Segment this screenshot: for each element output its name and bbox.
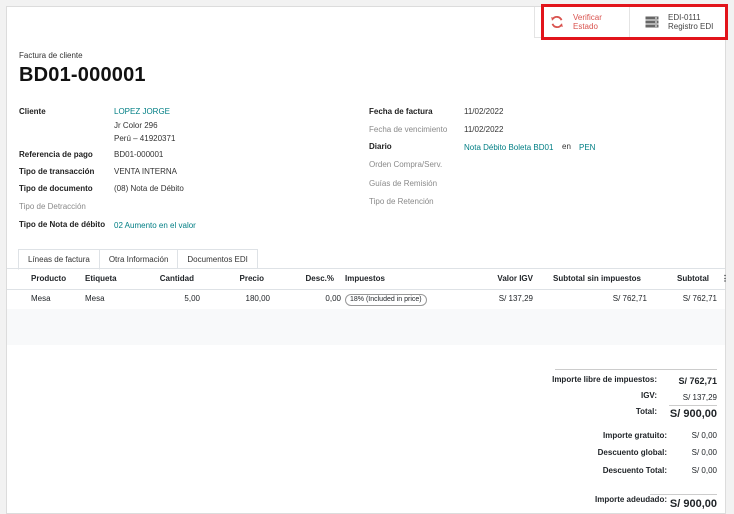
cell-igv-value: S/ 137,29: [498, 294, 533, 303]
document-type-field[interactable]: (08) Nota de Débito: [114, 184, 184, 193]
column-options-icon[interactable]: ⋮: [721, 269, 729, 289]
cell-subtotal-untaxed: S/ 762,71: [612, 294, 647, 303]
col-subtotal[interactable]: Subtotal: [647, 269, 709, 289]
highlight-frame: [541, 4, 728, 40]
document-subtitle: Factura de cliente: [19, 51, 83, 60]
amount-due-value: S/ 900,00: [669, 498, 717, 510]
table-row[interactable]: Mesa Mesa 5,00 180,00 0,00 18% (Included…: [7, 289, 725, 309]
igv-label: IGV:: [640, 391, 657, 400]
debit-note-type-label: Tipo de Nota de débito: [19, 220, 106, 229]
cell-subtotal: S/ 762,71: [682, 294, 717, 303]
debit-note-type-field[interactable]: 02 Aumento en el valor: [114, 221, 196, 230]
col-label[interactable]: Etiqueta: [85, 269, 117, 289]
journal-in-text: en: [562, 142, 571, 151]
purchase-order-label: Orden Compra/Serv.: [369, 160, 443, 169]
transaction-type-label: Tipo de transacción: [19, 167, 95, 176]
cell-label[interactable]: Mesa: [85, 289, 105, 309]
col-product[interactable]: Producto: [31, 269, 66, 289]
transaction-type-field[interactable]: VENTA INTERNA: [114, 167, 177, 176]
cell-quantity[interactable]: 5,00: [127, 289, 200, 309]
payment-ref-field[interactable]: BD01-000001: [114, 150, 163, 159]
cliente-name-link[interactable]: LOPEZ JORGE: [114, 107, 170, 116]
journal-field[interactable]: Nota Débito Boleta BD01: [464, 143, 553, 152]
col-subtotal-untaxed[interactable]: Subtotal sin impuestos: [540, 269, 641, 289]
remission-guides-label: Guías de Remisión: [369, 179, 438, 188]
notebook-tabs: Líneas de factura Otra Información Docum…: [18, 249, 258, 270]
invoice-date-label: Fecha de factura: [369, 107, 433, 116]
document-type-label: Tipo de documento: [19, 184, 93, 193]
col-price[interactable]: Precio: [207, 269, 264, 289]
cell-taxes[interactable]: 18% (Included in price): [345, 289, 427, 309]
cell-discount[interactable]: 0,00: [287, 289, 341, 309]
free-amount-value: S/ 0,00: [691, 431, 717, 440]
cliente-label: Cliente: [19, 107, 46, 116]
page-title: BD01-000001: [19, 64, 146, 86]
total-discount-value: S/ 0,00: [691, 466, 717, 475]
untaxed-amount-value: S/ 762,71: [678, 376, 717, 386]
global-discount-value: S/ 0,00: [691, 448, 717, 457]
igv-value: S/ 137,29: [682, 393, 717, 402]
retention-type-label: Tipo de Retención: [369, 197, 434, 206]
journal-label: Diario: [369, 142, 392, 151]
cliente-address-line1: Jr Color 296: [114, 121, 158, 130]
col-discount[interactable]: Desc.%: [287, 269, 334, 289]
cell-product[interactable]: Mesa: [31, 289, 51, 309]
tab-edi-documents[interactable]: Documentos EDI: [177, 249, 258, 269]
totals-divider: [555, 369, 717, 370]
untaxed-amount-label: Importe libre de impuestos:: [552, 375, 657, 384]
global-discount-label: Descuento global:: [597, 448, 667, 457]
payment-ref-label: Referencia de pago: [19, 150, 93, 159]
col-igv-value[interactable]: Valor IGV: [447, 269, 533, 289]
cell-price[interactable]: 180,00: [207, 289, 270, 309]
amount-due-label: Importe adeudado:: [594, 495, 667, 504]
due-date-label: Fecha de vencimiento: [369, 125, 448, 134]
detraction-type-label: Tipo de Detracción: [19, 202, 86, 211]
col-quantity[interactable]: Cantidad: [127, 269, 194, 289]
cliente-address-line2: Perú – 41920371: [114, 134, 176, 143]
total-value: S/ 900,00: [669, 408, 717, 420]
currency-field[interactable]: PEN: [579, 143, 595, 152]
invoice-sheet: Verificar Estado EDI-0111 Registro EDI F…: [6, 6, 729, 514]
due-date-field[interactable]: 11/02/2022: [464, 125, 503, 134]
total-discount-label: Descuento Total:: [602, 466, 667, 475]
tax-tag: 18% (Included in price): [345, 294, 427, 306]
tab-other-info[interactable]: Otra Información: [98, 249, 179, 269]
table-header: Producto Etiqueta Cantidad Precio Desc.%…: [7, 269, 729, 290]
tab-invoice-lines[interactable]: Líneas de factura: [18, 249, 100, 270]
empty-lines-area: [7, 309, 725, 345]
free-amount-label: Importe gratuito:: [603, 431, 667, 440]
total-divider: [669, 405, 717, 406]
invoice-date-field[interactable]: 11/02/2022: [464, 107, 503, 116]
total-label: Total:: [635, 407, 657, 416]
col-taxes[interactable]: Impuestos: [345, 269, 385, 289]
